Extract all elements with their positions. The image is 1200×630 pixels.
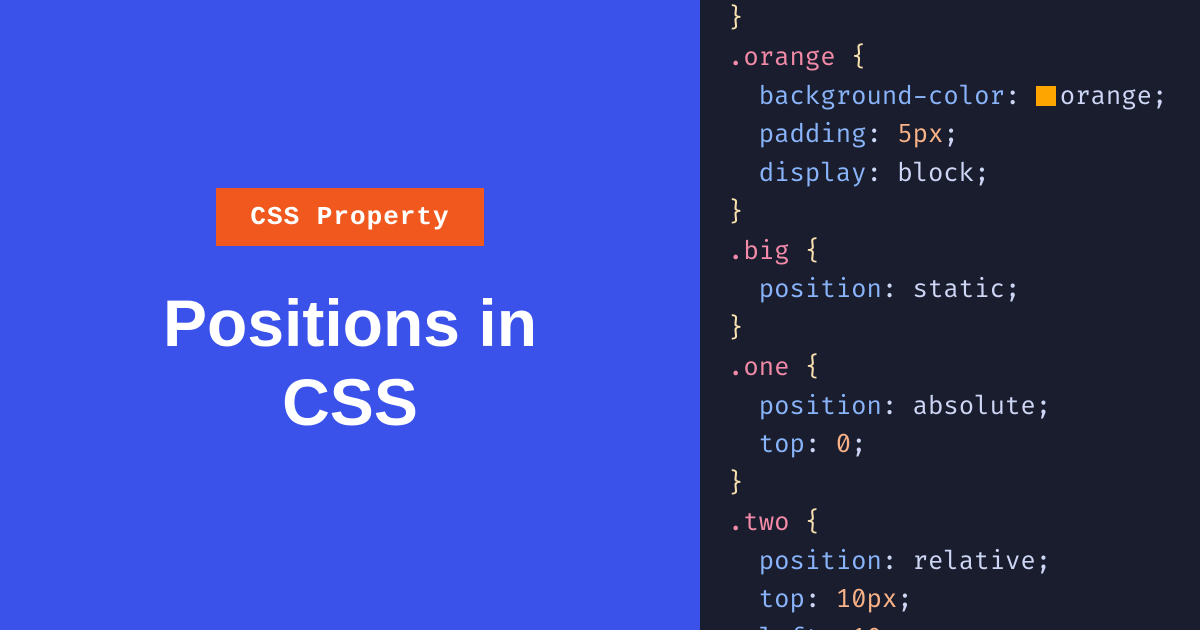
brace-open: {: [790, 507, 821, 538]
title-line-2: CSS: [282, 365, 418, 439]
code-snippet: } .orange { background-color: orange; pa…: [700, 0, 1200, 630]
brace-close: }: [728, 468, 743, 499]
val-orange: orange: [1060, 81, 1152, 112]
prop-top: top: [759, 429, 805, 460]
hero-panel: CSS Property Positions in CSS: [0, 0, 700, 630]
prop-position: position: [759, 546, 882, 577]
selector-two: .two: [728, 507, 790, 538]
val-left-two: 10px: [851, 623, 913, 630]
prop-position: position: [759, 274, 882, 305]
brace-close: }: [728, 3, 743, 34]
val-static: static: [913, 274, 1005, 305]
prop-padding: padding: [759, 119, 867, 150]
brace-open: {: [836, 42, 867, 73]
brace-close: }: [728, 313, 743, 344]
prop-position: position: [759, 391, 882, 422]
val-absolute: absolute: [913, 391, 1036, 422]
val-top-one: 0: [836, 429, 851, 460]
prop-left: left: [759, 623, 821, 630]
val-relative: relative: [913, 546, 1036, 577]
color-swatch-icon: [1036, 86, 1056, 106]
selector-big: .big: [728, 236, 790, 267]
val-padding: 5px: [897, 119, 943, 150]
prop-display: display: [759, 158, 867, 189]
selector-orange: .orange: [728, 42, 836, 73]
brace-open: {: [790, 352, 821, 383]
category-badge: CSS Property: [216, 188, 483, 246]
brace-open: {: [790, 236, 821, 267]
val-top-two: 10px: [836, 584, 898, 615]
prop-top: top: [759, 584, 805, 615]
page-title: Positions in CSS: [163, 284, 537, 442]
brace-close: }: [728, 197, 743, 228]
selector-one: .one: [728, 352, 790, 383]
val-display: block: [897, 158, 974, 189]
prop-background-color: background-color: [759, 81, 1005, 112]
title-line-1: Positions in: [163, 286, 537, 360]
